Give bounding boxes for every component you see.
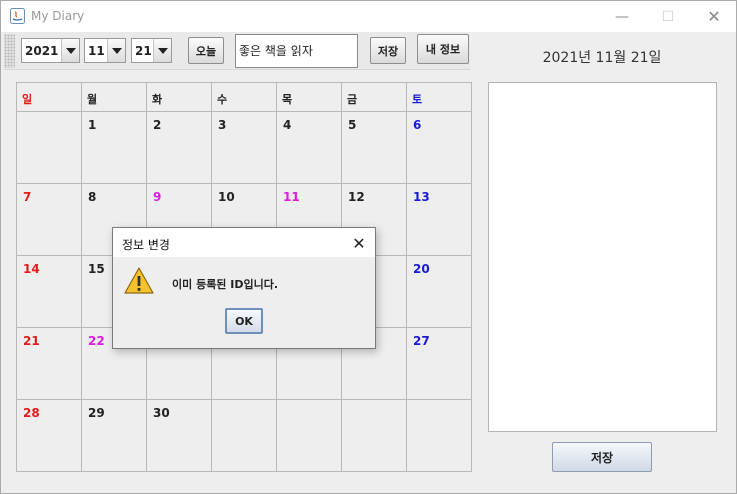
diary-window: My Diary — ☐ ✕ 2021 11 21 오늘 좋은 책을 읽자 저장… bbox=[0, 0, 737, 494]
window-title: My Diary bbox=[31, 9, 85, 23]
weekday-label: 일 bbox=[16, 82, 82, 112]
calendar-day-cell[interactable]: 3 bbox=[211, 111, 277, 184]
month-select[interactable]: 11 bbox=[84, 38, 126, 63]
selected-date-label: 2021년 11월 21일 bbox=[542, 50, 662, 66]
day-value: 21 bbox=[135, 44, 152, 58]
weekday-label: 목 bbox=[276, 82, 342, 112]
chevron-down-icon[interactable] bbox=[107, 39, 125, 62]
dialog-message: 이미 등록된 ID입니다. bbox=[172, 278, 279, 291]
info-change-dialog: 정보 변경 ✕ 이미 등록된 ID입니다. OK bbox=[112, 227, 376, 349]
calendar-day-cell[interactable]: 2 bbox=[146, 111, 212, 184]
calendar-day-cell[interactable] bbox=[406, 399, 472, 472]
calendar-day-cell[interactable] bbox=[341, 399, 407, 472]
calendar-day-cell[interactable]: 20 bbox=[406, 255, 472, 328]
my-info-button[interactable]: 내 정보 bbox=[417, 34, 469, 64]
close-icon[interactable]: ✕ bbox=[349, 233, 369, 253]
toolbar-grip-handle[interactable] bbox=[4, 34, 15, 68]
toolbar: 2021 11 21 오늘 좋은 책을 읽자 저장 내 정보 bbox=[4, 32, 470, 70]
year-value: 2021 bbox=[25, 44, 59, 58]
memo-textarea[interactable] bbox=[488, 82, 717, 432]
calendar-day-cell[interactable] bbox=[16, 111, 82, 184]
weekday-label: 월 bbox=[81, 82, 147, 112]
weekday-label: 수 bbox=[211, 82, 277, 112]
title-bar[interactable]: My Diary — ☐ ✕ bbox=[1, 1, 736, 32]
minimize-button[interactable]: — bbox=[599, 1, 645, 32]
weekday-label: 화 bbox=[146, 82, 212, 112]
calendar-day-cell[interactable]: 5 bbox=[341, 111, 407, 184]
dialog-title: 정보 변경 bbox=[122, 238, 170, 252]
calendar-day-cell[interactable] bbox=[276, 399, 342, 472]
ok-button[interactable]: OK bbox=[225, 308, 263, 334]
warning-icon bbox=[124, 267, 154, 294]
close-window-button[interactable]: ✕ bbox=[691, 1, 737, 32]
month-value: 11 bbox=[88, 44, 105, 58]
calendar-day-cell[interactable]: 7 bbox=[16, 183, 82, 256]
weekday-label: 금 bbox=[341, 82, 407, 112]
weekday-header: 일월화수목금토 bbox=[16, 82, 472, 112]
chevron-down-icon[interactable] bbox=[61, 39, 79, 62]
calendar-day-cell[interactable]: 29 bbox=[81, 399, 147, 472]
memo-title-input[interactable]: 좋은 책을 읽자 bbox=[235, 34, 358, 68]
day-select[interactable]: 21 bbox=[131, 38, 172, 63]
save-button[interactable]: 저장 bbox=[370, 37, 406, 64]
calendar-day-cell[interactable]: 27 bbox=[406, 327, 472, 400]
calendar-day-cell[interactable]: 4 bbox=[276, 111, 342, 184]
weekday-label: 토 bbox=[406, 82, 472, 112]
calendar-day-cell[interactable]: 30 bbox=[146, 399, 212, 472]
memo-save-button[interactable]: 저장 bbox=[552, 442, 652, 472]
calendar-day-cell[interactable]: 1 bbox=[81, 111, 147, 184]
dialog-title-bar[interactable]: 정보 변경 ✕ bbox=[113, 228, 375, 257]
calendar-day-cell[interactable]: 6 bbox=[406, 111, 472, 184]
calendar-day-cell[interactable]: 14 bbox=[16, 255, 82, 328]
today-button[interactable]: 오늘 bbox=[188, 37, 224, 64]
year-select[interactable]: 2021 bbox=[21, 38, 80, 63]
calendar-day-cell[interactable] bbox=[211, 399, 277, 472]
maximize-button[interactable]: ☐ bbox=[645, 1, 691, 32]
calendar-day-cell[interactable]: 13 bbox=[406, 183, 472, 256]
calendar-day-cell[interactable]: 28 bbox=[16, 399, 82, 472]
calendar-day-cell[interactable]: 21 bbox=[16, 327, 82, 400]
chevron-down-icon[interactable] bbox=[153, 39, 171, 62]
java-app-icon bbox=[10, 8, 25, 24]
